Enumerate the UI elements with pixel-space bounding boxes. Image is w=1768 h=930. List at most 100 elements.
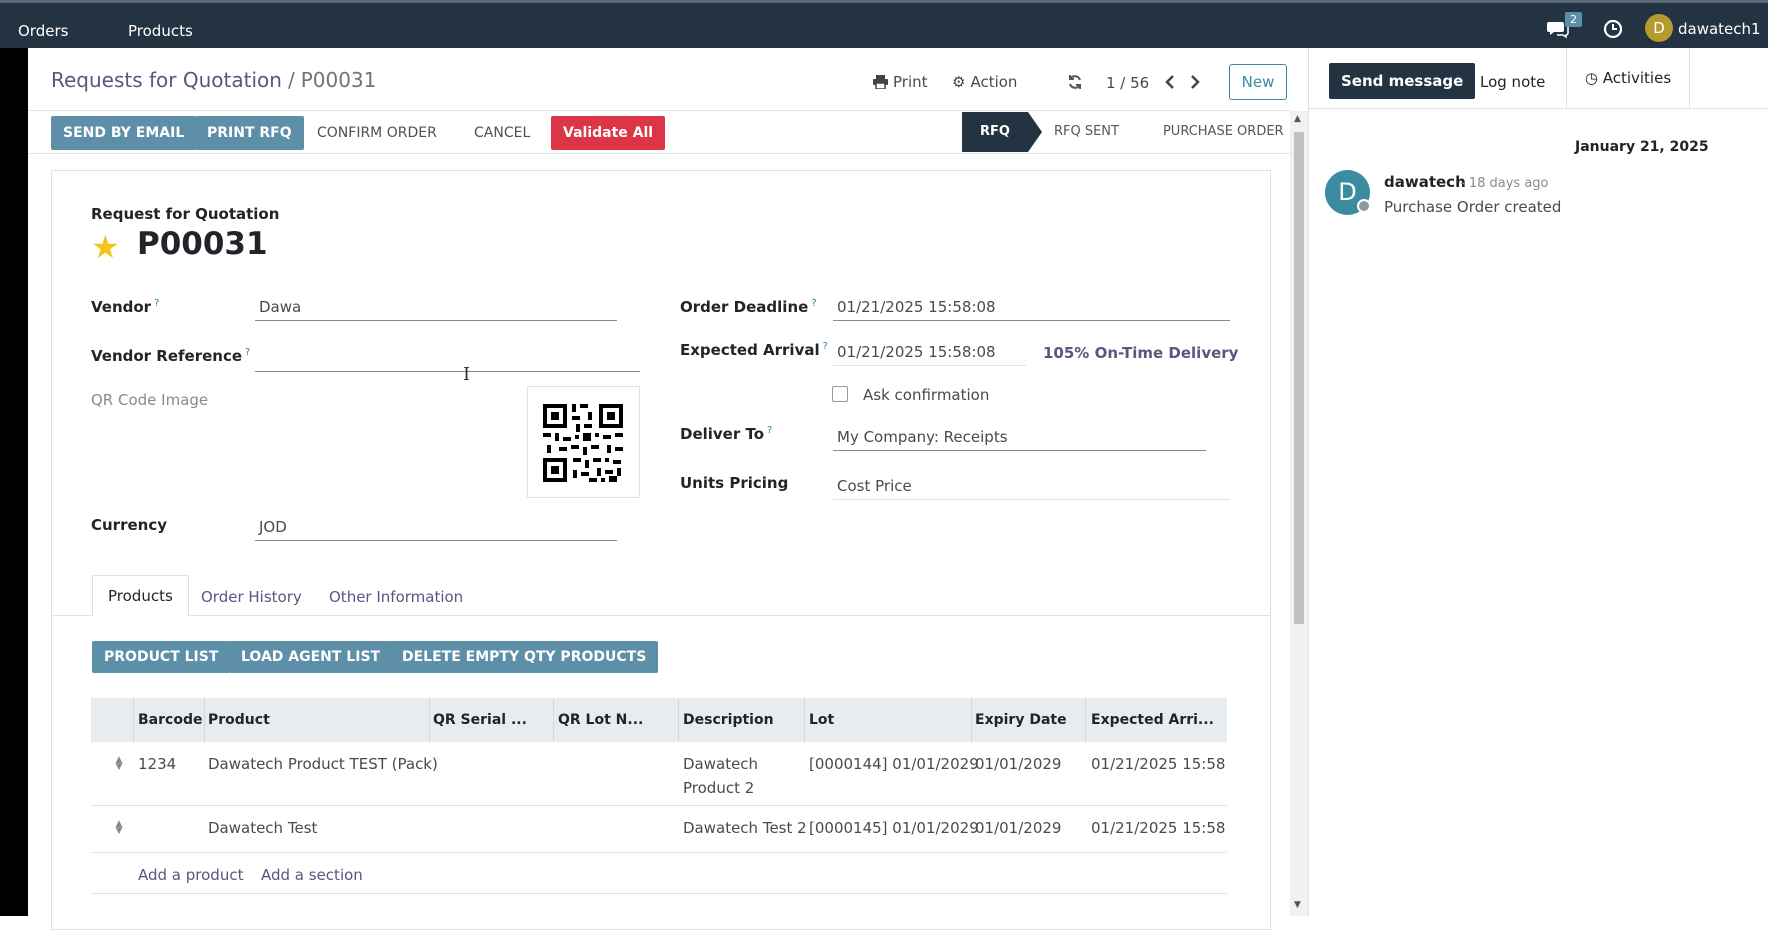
qr-code-image[interactable] [527,386,640,498]
print-rfq-button[interactable]: PRINT RFQ [195,116,304,150]
units-pricing-label: Units Pricing [680,474,789,492]
chevron-right-icon[interactable] [1189,74,1201,90]
column-expiry-date[interactable]: Expiry Date [975,712,1067,728]
activities-button[interactable]: ◷ Activities [1566,48,1690,108]
log-note-button[interactable]: Log note [1480,73,1545,91]
help-icon: ? [245,347,251,358]
message-author[interactable]: dawatech [1384,173,1466,191]
product-list-button[interactable]: PRODUCT LIST [92,641,231,673]
deliver-to-label: Deliver To? [680,425,773,443]
user-avatar[interactable]: D [1645,14,1673,42]
scroll-down-icon[interactable]: ▼ [1294,900,1301,910]
breadcrumb: Requests for Quotation / P00031 [51,68,377,92]
on-time-delivery-link[interactable]: 105% On-Time Delivery [1043,344,1238,362]
nav-orders[interactable]: Orders [18,22,68,40]
refresh-icon[interactable] [1067,74,1083,90]
message-date: January 21, 2025 [1575,139,1709,155]
doc-type-label: Request for Quotation [91,205,280,223]
nav-products[interactable]: Products [128,22,193,40]
send-message-button[interactable]: Send message [1329,63,1476,99]
stage-rfq: RFQ [962,112,1042,152]
tab-order-history[interactable]: Order History [201,588,302,606]
cell-description: Dawatech [683,755,759,773]
cell-product: Dawatech Test [208,819,318,837]
column-description[interactable]: Description [683,712,774,728]
cancel-button[interactable]: CANCEL [462,116,542,150]
expected-arrival-field[interactable]: 01/21/2025 15:58:08 [833,343,1026,366]
drag-handle-icon[interactable]: ▲ ▼ [114,820,124,836]
scrollbar-thumb[interactable] [1294,132,1304,624]
scroll-up-icon[interactable]: ▲ [1294,114,1301,124]
units-pricing-field[interactable]: Cost Price [833,477,1230,500]
validate-all-button[interactable]: Validate All [551,116,666,150]
help-icon: ? [154,298,160,309]
tab-other-information[interactable]: Other Information [329,588,463,606]
tab-products[interactable]: Products [92,575,189,617]
stage-rfq-sent[interactable]: RFQ SENT [1028,112,1137,152]
delete-empty-qty-button[interactable]: DELETE EMPTY QTY PRODUCTS [390,641,659,673]
presence-indicator [1357,199,1371,213]
vendor-reference-field[interactable] [255,347,640,372]
column-barcode[interactable]: Barcode [138,712,202,728]
vendor-reference-label: Vendor Reference? [91,347,251,365]
column-qr-serial[interactable]: QR Serial ... [433,712,527,728]
add-section-link[interactable]: Add a section [261,866,363,884]
vendor-label: Vendor? [91,298,160,316]
column-separator [678,698,679,742]
action-menu[interactable]: ⚙ Action [952,73,1017,91]
text-cursor-icon: I [463,364,471,385]
column-separator [204,698,205,742]
ask-confirmation-label: Ask confirmation [863,386,990,404]
pager-value[interactable]: 1 / 56 [1106,74,1149,92]
cell-product: Dawatech Product TEST (Pack) [208,755,438,773]
user-name[interactable]: dawatech1 [1678,20,1761,38]
qr-code-icon [543,404,623,482]
column-qr-lot[interactable]: QR Lot N... [558,712,643,728]
cell-description: Dawatech Test 2 [683,819,807,837]
column-lot[interactable]: Lot [809,712,834,728]
print-icon [873,75,888,89]
cell-expiry: 01/01/2029 [975,755,1062,773]
ask-confirmation-checkbox[interactable] [832,386,848,402]
print-label: Print [893,73,928,91]
star-icon[interactable]: ★ [91,228,120,266]
breadcrumb-parent[interactable]: Requests for Quotation [51,68,282,92]
order-deadline-field[interactable]: 01/21/2025 15:58:08 [833,298,1230,321]
deliver-to-field[interactable]: My Company: Receipts [833,428,1206,451]
confirm-order-button[interactable]: CONFIRM ORDER [305,116,449,150]
currency-field[interactable]: JOD [255,518,617,541]
cell-lot: [0000145] 01/01/2029 [809,819,979,837]
expected-arrival-label: Expected Arrival? [680,341,828,359]
status-bar: RFQ RFQ SENT PURCHASE ORDER [962,112,1302,152]
divider [91,893,1227,894]
column-product[interactable]: Product [208,712,270,728]
column-separator [429,698,430,742]
column-separator [804,698,805,742]
clock-icon: ◷ [1584,69,1603,87]
activity-clock-icon[interactable] [1603,19,1623,39]
print-menu[interactable]: Print [873,73,928,91]
add-product-link[interactable]: Add a product [138,866,243,884]
cell-description-line2: Product 2 [683,779,755,797]
message-time: - 18 days ago [1460,176,1549,191]
column-separator [971,698,972,742]
chevron-left-icon[interactable] [1164,74,1176,90]
stage-purchase-order[interactable]: PURCHASE ORDER [1137,112,1302,152]
help-icon: ? [811,298,817,309]
divider [28,153,1290,154]
load-agent-list-button[interactable]: LOAD AGENT LIST [229,641,393,673]
column-separator [133,698,134,742]
messages-badge: 2 [1565,12,1582,27]
cell-lot: [0000144] 01/01/2029 [809,755,979,773]
vendor-field[interactable]: Dawa [255,298,617,321]
new-button[interactable]: New [1229,64,1287,100]
drag-handle-icon[interactable]: ▲ ▼ [114,756,124,772]
left-edge [0,48,28,916]
breadcrumb-current: P00031 [300,68,377,92]
help-icon: ? [822,341,828,352]
send-by-email-button[interactable]: SEND BY EMAIL [51,116,197,150]
message-body: Purchase Order created [1384,198,1562,216]
column-expected-arrival[interactable]: Expected Arri... [1091,712,1214,728]
cell-barcode: 1234 [138,755,177,773]
qr-code-label: QR Code Image [91,391,209,409]
